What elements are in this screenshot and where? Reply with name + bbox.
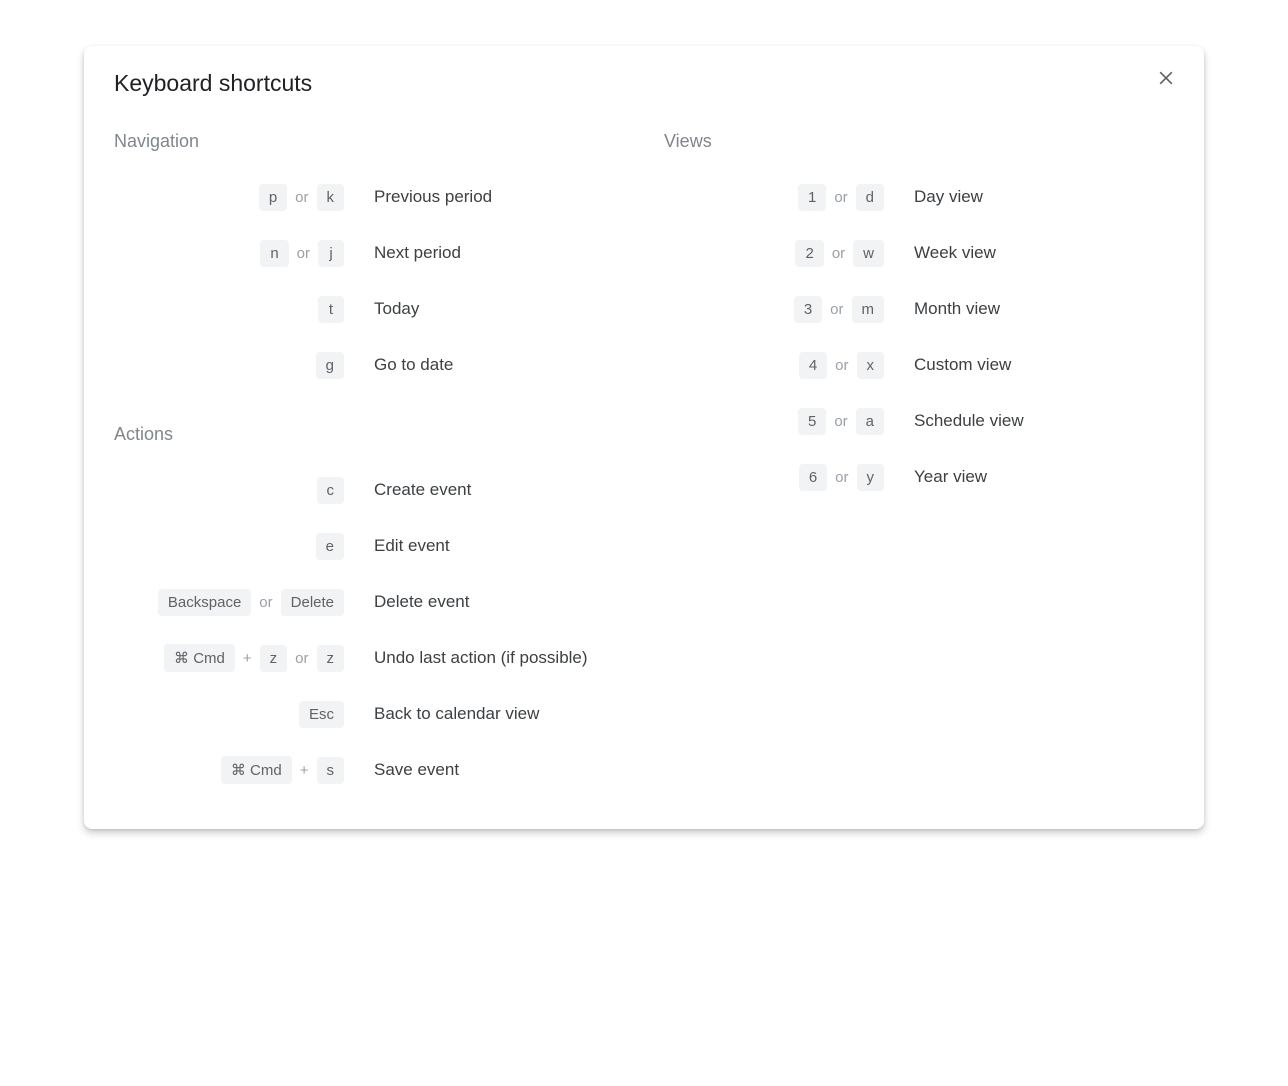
keys-cell: Esc	[114, 701, 344, 728]
shortcut-row: ⌘ Cmd + sSave event	[114, 749, 624, 791]
actions-shortcut-list: cCreate event eEdit event Backspace or Delet…	[114, 469, 624, 791]
keys-cell: pork	[114, 184, 344, 211]
keys-cell: 6 ory	[664, 464, 884, 491]
key: s	[317, 757, 345, 784]
key: x	[857, 352, 885, 379]
shortcut-row: 6 oryYear view	[664, 456, 1174, 498]
keys-cell: 5 ora	[664, 408, 884, 435]
key: Backspace	[158, 589, 251, 616]
shortcut-row: 4 orxCustom view	[664, 344, 1174, 386]
key: z	[260, 645, 288, 672]
shortcut-description: Undo last action (if possible)	[344, 648, 624, 668]
shortcut-row: 3 ormMonth view	[664, 288, 1174, 330]
shortcut-description: Schedule view	[884, 411, 1174, 431]
shortcut-row: eEdit event	[114, 525, 624, 567]
key: d	[856, 184, 884, 211]
keys-cell: Backspace or Delete	[114, 589, 344, 616]
section-header-actions: Actions	[114, 424, 624, 445]
key: a	[856, 408, 884, 435]
keyboard-shortcuts-dialog: Keyboard shortcuts Navigation porkPrevio…	[84, 46, 1204, 829]
keys-cell: 3 orm	[664, 296, 884, 323]
shortcut-row: ⌘ Cmd+zorzUndo last action (if possible)	[114, 637, 624, 679]
key: 5	[798, 408, 826, 435]
key: 4	[799, 352, 827, 379]
key: w	[853, 240, 884, 267]
or-separator: or	[297, 245, 310, 262]
or-separator: or	[259, 594, 272, 611]
shortcut-description: Year view	[884, 467, 1174, 487]
shortcut-description: Month view	[884, 299, 1174, 319]
shortcut-description: Create event	[344, 480, 624, 500]
key: k	[317, 184, 345, 211]
section-header-navigation: Navigation	[114, 131, 624, 152]
or-separator: or	[295, 650, 308, 667]
dialog-title: Keyboard shortcuts	[114, 70, 1174, 97]
shortcut-row: 5 oraSchedule view	[664, 400, 1174, 442]
key: Esc	[299, 701, 344, 728]
or-separator: or	[835, 357, 848, 374]
shortcut-row: tToday	[114, 288, 624, 330]
shortcut-row: norjNext period	[114, 232, 624, 274]
shortcut-description: Day view	[884, 187, 1174, 207]
or-separator: or	[295, 189, 308, 206]
shortcut-row: gGo to date	[114, 344, 624, 386]
key: 6	[799, 464, 827, 491]
shortcut-description: Today	[344, 299, 624, 319]
key: j	[318, 240, 344, 267]
keys-cell: 4 orx	[664, 352, 884, 379]
keys-cell: ⌘ Cmd + s	[114, 756, 344, 784]
close-icon	[1156, 68, 1176, 93]
shortcut-row: 2 orwWeek view	[664, 232, 1174, 274]
key: g	[316, 352, 344, 379]
key: t	[318, 296, 344, 323]
shortcut-description: Go to date	[344, 355, 624, 375]
key: n	[260, 240, 288, 267]
shortcut-description: Delete event	[344, 592, 624, 612]
section-header-views: Views	[664, 131, 1174, 152]
or-separator: or	[832, 245, 845, 262]
shortcut-row: Backspace or DeleteDelete event	[114, 581, 624, 623]
shortcut-row: cCreate event	[114, 469, 624, 511]
key: m	[852, 296, 885, 323]
shortcut-row: porkPrevious period	[114, 176, 624, 218]
keys-cell: 1 ord	[664, 184, 884, 211]
key: 1	[798, 184, 826, 211]
or-separator: or	[834, 413, 847, 430]
keys-cell: e	[114, 533, 344, 560]
keys-cell: ⌘ Cmd + zorz	[114, 644, 344, 672]
close-button[interactable]	[1150, 64, 1182, 96]
keys-cell: c	[114, 477, 344, 504]
shortcut-row: EscBack to calendar view	[114, 693, 624, 735]
or-separator: or	[830, 301, 843, 318]
navigation-shortcut-list: porkPrevious periodnorjNext periodtToday…	[114, 176, 624, 386]
keys-cell: t	[114, 296, 344, 323]
shortcut-description: Save event	[344, 760, 624, 780]
key: z	[317, 645, 345, 672]
key: p	[259, 184, 287, 211]
key: ⌘ Cmd	[164, 644, 235, 672]
key: e	[316, 533, 344, 560]
shortcut-description: Custom view	[884, 355, 1174, 375]
plus-separator: +	[243, 650, 252, 667]
key: c	[317, 477, 345, 504]
shortcut-row: 1 ordDay view	[664, 176, 1174, 218]
shortcut-description: Previous period	[344, 187, 624, 207]
or-separator: or	[834, 189, 847, 206]
key: Delete	[281, 589, 344, 616]
shortcut-description: Edit event	[344, 536, 624, 556]
keys-cell: 2 orw	[664, 240, 884, 267]
shortcut-description: Next period	[344, 243, 624, 263]
key: 2	[795, 240, 823, 267]
shortcut-description: Week view	[884, 243, 1174, 263]
key: y	[857, 464, 885, 491]
key: 3	[794, 296, 822, 323]
keys-cell: g	[114, 352, 344, 379]
or-separator: or	[835, 469, 848, 486]
keys-cell: norj	[114, 240, 344, 267]
plus-separator: +	[300, 762, 309, 779]
views-shortcut-list: 1ordDay view2orwWeek view3ormMonth view4…	[664, 176, 1174, 498]
shortcut-description: Back to calendar view	[344, 704, 624, 724]
key: ⌘ Cmd	[221, 756, 292, 784]
